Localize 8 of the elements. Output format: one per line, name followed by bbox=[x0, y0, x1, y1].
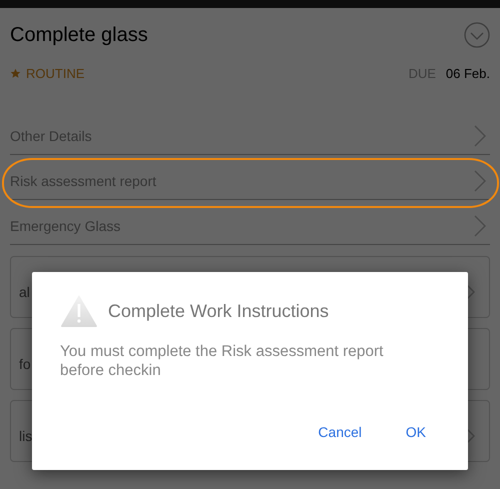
card-text: lis bbox=[19, 428, 32, 444]
priority-label: ROUTINE bbox=[26, 66, 84, 81]
due-date: 06 Feb. bbox=[446, 66, 490, 81]
dialog-message: You must complete the Risk assessment report before checkin bbox=[60, 342, 384, 380]
card-text: fo bbox=[19, 356, 31, 372]
task-title: Complete glass bbox=[10, 24, 148, 46]
card-text: al bbox=[19, 284, 30, 300]
dialog-title: Complete Work Instructions bbox=[108, 300, 329, 322]
